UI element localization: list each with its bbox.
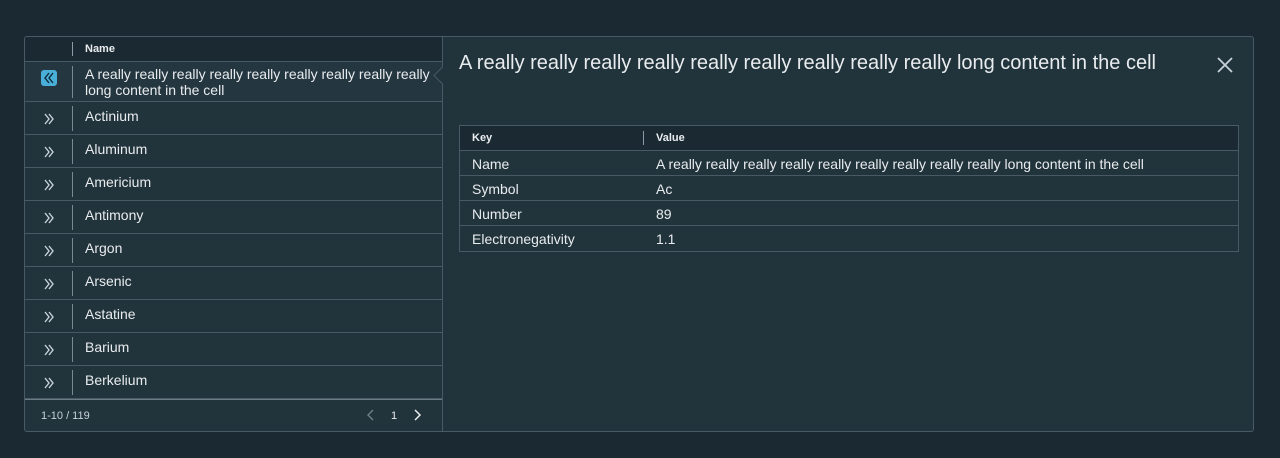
key-cell: Number [472,206,522,222]
detail-table-body: Name A really really really really really… [460,151,1238,251]
name-cell: A really really really really really rea… [85,66,430,98]
name-cell: Aluminum [85,141,148,157]
grid-footer: 1-10 / 119 1 [25,399,442,431]
name-cell: Astatine [85,306,136,322]
cell-separator [72,337,73,362]
expand-detail-button[interactable] [41,210,57,226]
cell-separator [72,304,73,329]
double-chevron-right-icon [44,311,54,323]
name-cell: Arsenic [85,273,132,289]
cell-separator [72,172,73,197]
table-row[interactable]: Antimony [25,201,442,234]
key-cell: Electronegativity [472,231,575,247]
table-row[interactable]: Actinium [25,102,442,135]
double-chevron-right-icon [44,377,54,389]
name-cell: Americium [85,174,152,190]
value-cell: 1.1 [656,231,676,247]
chevron-right-icon [414,409,422,421]
name-cell: Actinium [85,108,139,124]
column-header-name[interactable]: Name [85,43,115,55]
detail-table-header: Key Value [460,126,1238,151]
double-chevron-right-icon [44,146,54,158]
name-cell: Argon [85,240,123,256]
cell-separator [72,139,73,164]
double-chevron-right-icon [44,179,54,191]
double-chevron-right-icon [44,278,54,290]
datagrid: Name A really really really really reall… [24,36,1254,432]
table-row[interactable]: Berkelium [25,366,442,399]
double-chevron-right-icon [44,344,54,356]
cell-separator [72,271,73,296]
table-row[interactable]: Arsenic [25,267,442,300]
expand-detail-button[interactable] [41,177,57,193]
expand-detail-button[interactable] [41,276,57,292]
value-cell: Ac [656,181,673,197]
close-icon [1217,57,1233,73]
close-detail-button[interactable] [1215,55,1235,75]
key-column-header[interactable]: Key [472,132,492,144]
detail-table-row: Number 89 [460,201,1238,226]
expand-detail-button[interactable] [41,111,57,127]
double-chevron-left-icon [44,72,54,84]
table-row[interactable]: Barium [25,333,442,366]
expand-detail-button[interactable] [41,243,57,259]
next-page-button[interactable] [409,406,425,424]
name-cell: Barium [85,339,130,355]
double-chevron-right-icon [44,245,54,257]
table-row[interactable]: Argon [25,234,442,267]
cell-separator [72,106,73,131]
table-row[interactable]: Astatine [25,300,442,333]
table-row[interactable]: Americium [25,168,442,201]
detail-table-row: Symbol Ac [460,176,1238,201]
value-cell: 89 [656,206,672,222]
table-row[interactable]: Aluminum [25,135,442,168]
value-column-header[interactable]: Value [656,132,685,144]
double-chevron-right-icon [44,212,54,224]
detail-pane: A really really really really really rea… [443,37,1253,431]
chevron-left-icon [366,409,374,421]
expand-detail-button[interactable] [41,144,57,160]
key-cell: Name [472,156,510,172]
cell-separator [72,66,73,98]
column-separator[interactable] [643,131,644,145]
cell-separator [72,370,73,395]
row-list: A really really really really really rea… [25,62,442,399]
collapse-detail-button[interactable] [41,70,57,86]
column-separator[interactable] [72,42,73,56]
master-panel: Name A really really really really reall… [25,37,443,431]
double-chevron-right-icon [44,113,54,125]
cell-separator [72,238,73,263]
value-cell: A really really really really really rea… [656,156,1144,172]
expand-detail-button[interactable] [41,342,57,358]
table-row[interactable]: A really really really really really rea… [25,62,442,102]
name-cell: Antimony [85,207,144,223]
name-cell: Berkelium [85,372,148,388]
detail-table: Key Value Name A really really really rea… [459,125,1239,252]
key-cell: Symbol [472,181,519,197]
detail-title: A really really really really really rea… [459,52,1156,74]
current-page: 1 [390,410,398,422]
column-header-row: Name [25,37,442,62]
detail-table-row: Electronegativity 1.1 [460,226,1238,251]
detail-table-row: Name A really really really really really… [460,151,1238,176]
previous-page-button[interactable] [363,406,379,424]
expand-detail-button[interactable] [41,375,57,391]
cell-separator [72,205,73,230]
pagination-range: 1-10 / 119 [41,410,90,422]
expand-detail-button[interactable] [41,309,57,325]
